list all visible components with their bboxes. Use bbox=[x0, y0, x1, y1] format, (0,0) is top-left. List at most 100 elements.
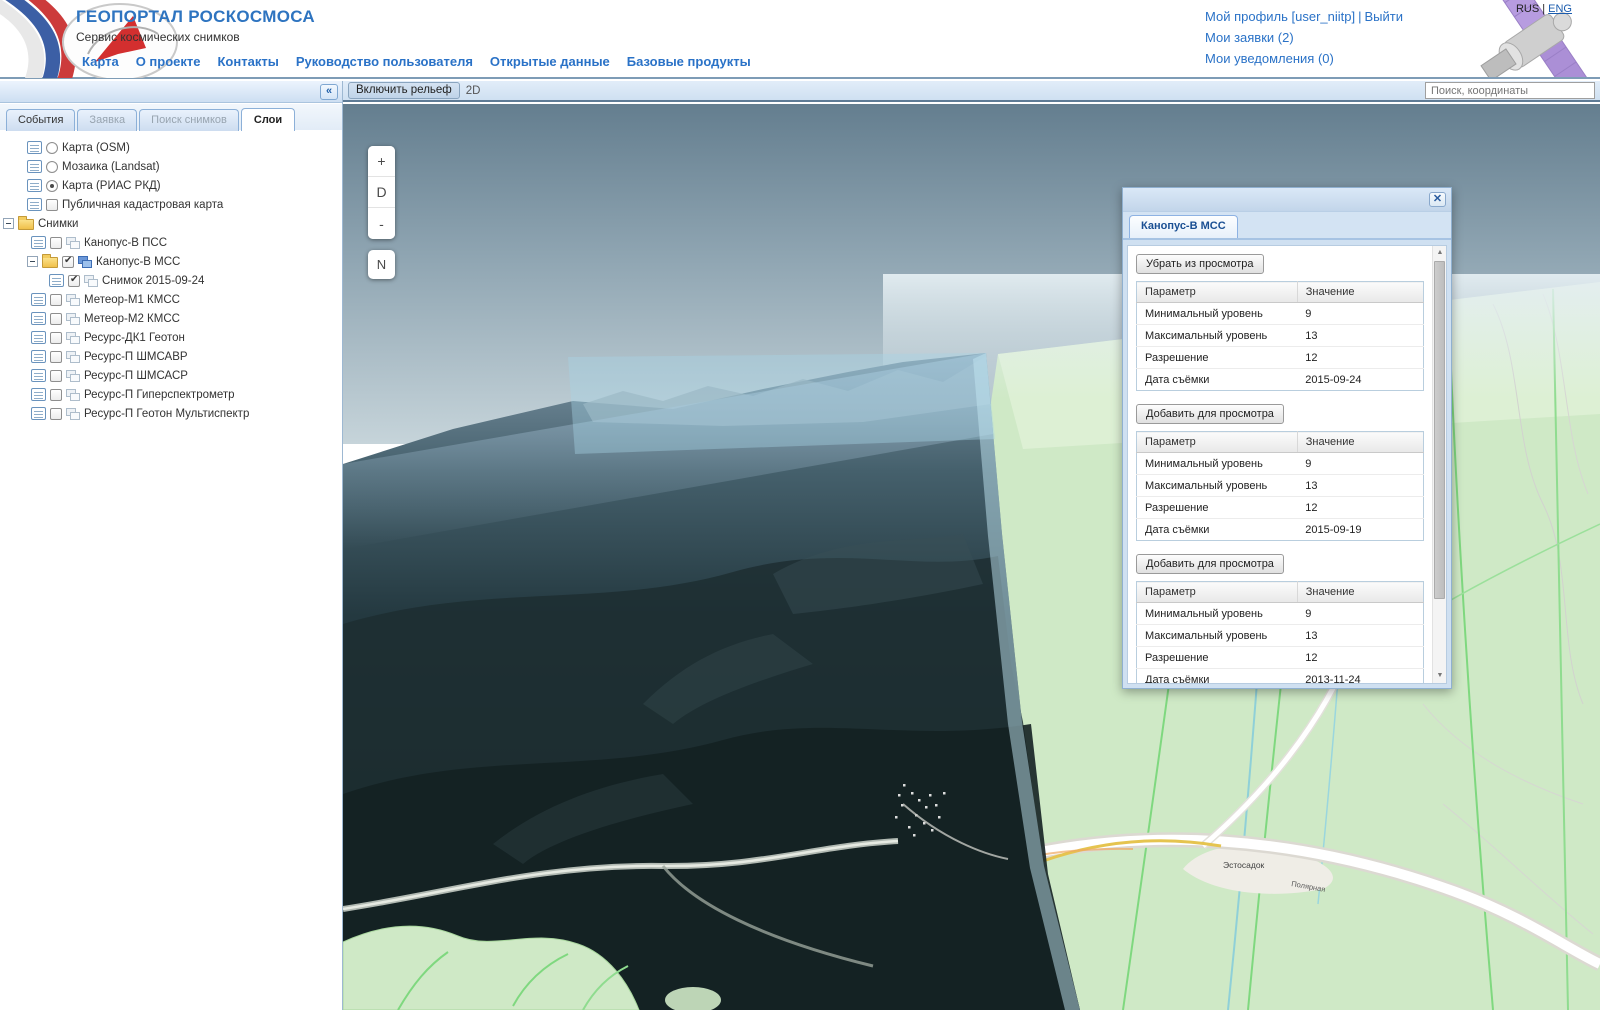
layer-row-rias: Карта (РИАС РКД) bbox=[0, 176, 342, 195]
collapse-node-icon[interactable] bbox=[3, 218, 14, 229]
profile-link[interactable]: Мой профиль [user_niitp] bbox=[1205, 9, 1355, 24]
legend-icon[interactable] bbox=[31, 312, 46, 325]
layer-label[interactable]: Ресурс-П ШМСАВР bbox=[84, 351, 188, 363]
layer-label[interactable]: Снимок 2015-09-24 bbox=[102, 275, 204, 287]
legend-icon[interactable] bbox=[31, 369, 46, 382]
layer-label[interactable]: Ресурс-П Гиперспектрометр bbox=[84, 389, 235, 401]
nav-user-guide[interactable]: Руководство пользователя bbox=[296, 54, 473, 69]
enable-relief-button[interactable]: Включить рельеф bbox=[348, 82, 460, 99]
legend-icon[interactable] bbox=[27, 179, 42, 192]
add-to-view-button[interactable]: Добавить для просмотра bbox=[1136, 554, 1284, 574]
layer-label[interactable]: Метеор-М1 КМСС bbox=[84, 294, 180, 306]
language-switcher: RUS | ENG bbox=[1515, 3, 1572, 15]
legend-icon[interactable] bbox=[31, 350, 46, 363]
scrollbar-thumb[interactable] bbox=[1434, 261, 1445, 599]
add-to-view-button[interactable]: Добавить для просмотра bbox=[1136, 404, 1284, 424]
layer-label[interactable]: Канопус-В ПСС bbox=[84, 237, 167, 249]
checkbox-unchecked[interactable] bbox=[50, 350, 62, 363]
radio-checked[interactable] bbox=[46, 179, 58, 192]
layers-icon bbox=[66, 388, 80, 401]
sidebar-header-strip: « bbox=[0, 81, 342, 103]
table-row: Максимальный уровень 13 bbox=[1136, 624, 1424, 647]
params-table-1: Параметр Значение Минимальный уровень 9 М… bbox=[1136, 281, 1424, 391]
remove-from-view-button[interactable]: Убрать из просмотра bbox=[1136, 254, 1264, 274]
checkbox-checked[interactable] bbox=[62, 255, 74, 268]
my-notifications-link[interactable]: Мои уведомления (0) bbox=[1205, 51, 1334, 66]
logout-link[interactable]: Выйти bbox=[1365, 9, 1404, 24]
checkbox-unchecked[interactable] bbox=[50, 293, 62, 306]
my-requests-link[interactable]: Мои заявки (2) bbox=[1205, 30, 1294, 45]
close-icon[interactable]: ✕ bbox=[1429, 192, 1446, 207]
layer-label[interactable]: Карта (РИАС РКД) bbox=[62, 180, 161, 192]
checkbox-unchecked[interactable] bbox=[50, 407, 62, 420]
search-input[interactable] bbox=[1425, 82, 1595, 99]
sidebar-tabs: События Заявка Поиск снимков Слои bbox=[0, 104, 342, 132]
nav-open-data[interactable]: Открытые данные bbox=[490, 54, 610, 69]
tab-events[interactable]: События bbox=[6, 109, 76, 131]
sat-row-kanopus-mss: Канопус-В МСС bbox=[0, 252, 342, 271]
tab-image-search: Поиск снимков bbox=[139, 109, 239, 131]
legend-icon[interactable] bbox=[31, 407, 46, 420]
checkbox-checked[interactable] bbox=[68, 274, 80, 287]
checkbox-unchecked[interactable] bbox=[50, 236, 62, 249]
page-title: ГЕОПОРТАЛ РОСКОСМОСА bbox=[76, 7, 315, 26]
nav-about[interactable]: О проекте bbox=[136, 54, 201, 69]
checkbox-unchecked[interactable] bbox=[50, 312, 62, 325]
nav-base-products[interactable]: Базовые продукты bbox=[627, 54, 751, 69]
map-toolbar: Включить рельеф 2D bbox=[343, 81, 1600, 102]
table-row: Разрешение 12 bbox=[1136, 496, 1424, 519]
params-table-3: Параметр Значение Минимальный уровень 9 М… bbox=[1136, 581, 1424, 683]
main-nav: Карта О проекте Контакты Руководство пол… bbox=[82, 54, 751, 69]
scroll-up-arrow[interactable]: ▲ bbox=[1433, 246, 1446, 260]
layer-label[interactable]: Метеор-М2 КМСС bbox=[84, 313, 180, 325]
popup-content: Убрать из просмотра Параметр Значение Ми… bbox=[1128, 246, 1432, 683]
checkbox-unchecked[interactable] bbox=[50, 331, 62, 344]
nav-contacts[interactable]: Контакты bbox=[218, 54, 279, 69]
layer-label[interactable]: Публичная кадастровая карта bbox=[62, 199, 223, 211]
layer-label[interactable]: Ресурс-П Геотон Мультиспектр bbox=[84, 408, 249, 420]
popup-tab-kanopus-mss[interactable]: Канопус-В МСС bbox=[1129, 215, 1238, 238]
legend-icon[interactable] bbox=[27, 141, 42, 154]
table-row: Минимальный уровень 9 bbox=[1136, 302, 1424, 325]
layer-label[interactable]: Канопус-В МСС bbox=[96, 256, 180, 268]
legend-icon[interactable] bbox=[31, 293, 46, 306]
tilt-button[interactable]: D bbox=[368, 177, 395, 208]
legend-icon[interactable] bbox=[27, 198, 42, 211]
legend-icon[interactable] bbox=[31, 331, 46, 344]
checkbox-unchecked[interactable] bbox=[50, 388, 62, 401]
collapse-node-icon[interactable] bbox=[27, 256, 38, 267]
lang-rus[interactable]: RUS bbox=[1516, 3, 1539, 15]
sat-row-meteor-m1: Метеор-М1 КМСС bbox=[0, 290, 342, 309]
checkbox-unchecked[interactable] bbox=[50, 369, 62, 382]
layer-row-cadastre: Публичная кадастровая карта bbox=[0, 195, 342, 214]
popup-scrollbar[interactable]: ▲ ▼ bbox=[1432, 246, 1446, 683]
legend-icon[interactable] bbox=[31, 236, 46, 249]
legend-icon[interactable] bbox=[27, 160, 42, 173]
layer-label[interactable]: Мозаика (Landsat) bbox=[62, 161, 160, 173]
image-section-1: Убрать из просмотра Параметр Значение Ми… bbox=[1136, 250, 1424, 391]
sat-row-resurs-dk1: Ресурс-ДК1 Геотон bbox=[0, 328, 342, 347]
tab-layers[interactable]: Слои bbox=[240, 108, 296, 132]
sat-row-resurs-shmsavr: Ресурс-П ШМСАВР bbox=[0, 347, 342, 366]
north-button[interactable]: N bbox=[368, 250, 395, 279]
scroll-down-arrow[interactable]: ▼ bbox=[1433, 669, 1446, 683]
table-row: Максимальный уровень 13 bbox=[1136, 474, 1424, 497]
legend-icon[interactable] bbox=[31, 388, 46, 401]
legend-icon[interactable] bbox=[49, 274, 64, 287]
zoom-in-button[interactable]: + bbox=[368, 146, 395, 177]
layers-icon bbox=[66, 312, 80, 325]
table-row: Разрешение 12 bbox=[1136, 346, 1424, 369]
lang-eng[interactable]: ENG bbox=[1548, 3, 1572, 15]
checkbox-unchecked[interactable] bbox=[46, 198, 58, 211]
folder-label[interactable]: Снимки bbox=[38, 218, 78, 230]
sidebar-collapse-button[interactable]: « bbox=[320, 84, 338, 100]
radio-unchecked[interactable] bbox=[46, 160, 58, 173]
layer-label[interactable]: Ресурс-П ШМСАСР bbox=[84, 370, 188, 382]
nav-map[interactable]: Карта bbox=[82, 54, 119, 69]
col-param: Параметр bbox=[1136, 431, 1298, 453]
layer-label[interactable]: Карта (OSM) bbox=[62, 142, 130, 154]
zoom-out-button[interactable]: - bbox=[368, 208, 395, 239]
col-param: Параметр bbox=[1136, 281, 1298, 303]
layer-label[interactable]: Ресурс-ДК1 Геотон bbox=[84, 332, 185, 344]
radio-unchecked[interactable] bbox=[46, 141, 58, 154]
